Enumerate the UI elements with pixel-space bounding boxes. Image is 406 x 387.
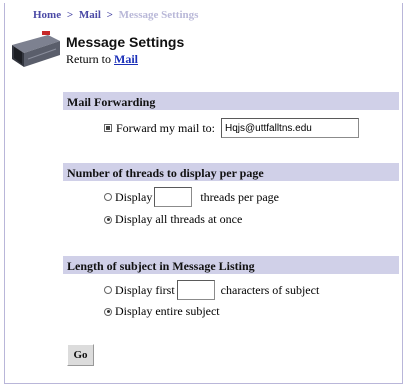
breadcrumb-separator: > <box>106 9 113 21</box>
subject-first-label: Display first <box>115 282 175 297</box>
go-button[interactable]: Go <box>67 344 94 366</box>
forward-row: Forward my mail to: <box>104 118 359 138</box>
subject-entire-row: Display entire subject <box>104 304 220 319</box>
threads-per-page-field[interactable] <box>154 187 193 207</box>
breadcrumb: Home > Mail > Message Settings <box>33 9 198 21</box>
threads-all-row: Display all threads at once <box>104 212 242 227</box>
page-title: Message Settings <box>66 34 185 50</box>
forward-email-field[interactable] <box>221 118 359 138</box>
breadcrumb-separator: > <box>66 9 74 21</box>
subject-entire-radio[interactable] <box>104 307 112 316</box>
subject-first-suffix: characters of subject <box>220 282 320 297</box>
return-to-mail-link[interactable]: Mail <box>114 52 138 66</box>
threads-header: Number of threads to display per page <box>63 163 399 181</box>
subject-first-row: Display first characters of subject <box>104 280 319 300</box>
mailbox-icon <box>12 31 60 67</box>
breadcrumb-mail[interactable]: Mail <box>79 9 101 21</box>
subject-length-header: Length of subject in Message Listing <box>63 256 399 274</box>
threads-display-radio[interactable] <box>104 193 112 201</box>
subject-first-radio[interactable] <box>104 286 112 294</box>
forward-checkbox[interactable] <box>104 124 112 132</box>
return-line: Return to Mail <box>66 52 138 67</box>
threads-all-radio[interactable] <box>104 215 112 224</box>
forward-label: Forward my mail to: <box>116 120 215 135</box>
subject-chars-field[interactable] <box>176 280 215 300</box>
breadcrumb-current: Message Settings <box>118 9 199 21</box>
mail-forwarding-header: Mail Forwarding <box>63 92 399 110</box>
threads-display-suffix: threads per page <box>200 189 279 204</box>
threads-all-label: Display all threads at once <box>115 212 243 226</box>
return-prefix: Return to <box>66 52 111 66</box>
threads-display-label: Display <box>115 189 153 204</box>
threads-display-row: Display threads per page <box>104 187 279 207</box>
breadcrumb-home[interactable]: Home <box>33 9 61 21</box>
subject-entire-label: Display entire subject <box>115 304 220 318</box>
